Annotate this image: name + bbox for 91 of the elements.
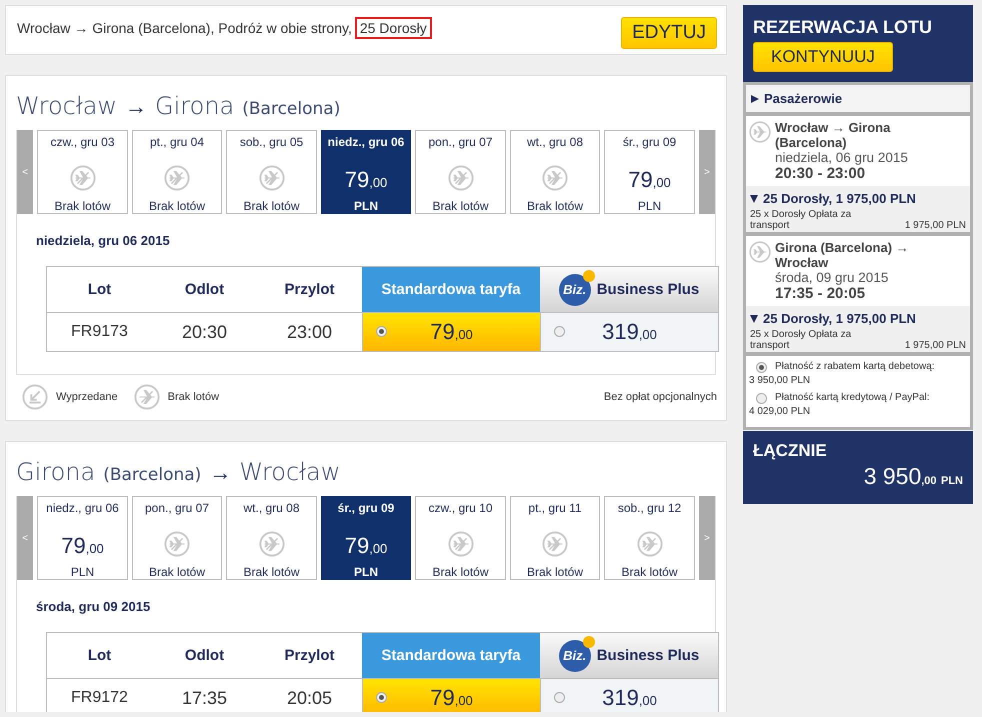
total-label: ŁĄCZNIE bbox=[753, 441, 828, 461]
passenger-count: 25 Dorosły bbox=[354, 17, 432, 39]
date-tab[interactable]: niedz., gru 06 79,00 PLN bbox=[320, 130, 412, 214]
payment-amount: 4 029,00 PLN bbox=[749, 405, 812, 419]
flight-route: Wrocław → Girona (Barcelona) bbox=[775, 120, 892, 150]
no-flight-icon bbox=[164, 165, 190, 191]
fare-name: Business Plus bbox=[596, 647, 700, 664]
trip-summary: Wrocław → Girona (Barcelona), Podróż w obie strony, bbox=[17, 20, 352, 36]
flight-route: Girona (Barcelona) → Wrocław bbox=[775, 240, 910, 270]
date-tab[interactable]: wt., gru 08 Brak lotów bbox=[510, 130, 600, 214]
legend-label: Brak lotów bbox=[168, 391, 220, 403]
continue-button[interactable]: KONTYNUUJ bbox=[753, 42, 893, 72]
no-flight-icon bbox=[542, 531, 568, 557]
fare-radio[interactable] bbox=[376, 326, 387, 337]
departure-time: 20:30 bbox=[180, 320, 228, 344]
sold-out-icon bbox=[22, 384, 48, 410]
date-tab[interactable]: wt., gru 08 Brak lotów bbox=[226, 496, 317, 580]
fare-radio[interactable] bbox=[376, 692, 387, 703]
standard-fare-header: Standardowa taryfa bbox=[362, 633, 540, 679]
destination-note: (Barcelona) bbox=[242, 99, 340, 119]
column-header: Odlot bbox=[152, 267, 257, 313]
date-tab[interactable]: czw., gru 10 Brak lotów bbox=[415, 496, 506, 580]
fare-name: Business Plus bbox=[596, 281, 700, 298]
fees-note: Bez opłat opcjonalnych bbox=[604, 391, 717, 403]
fare-summary[interactable]: 25 Dorosły, 1 975,00 PLN bbox=[763, 311, 916, 326]
selected-date: środa, gru 09 2015 bbox=[35, 598, 152, 616]
fare-option[interactable]: 79,00 bbox=[362, 313, 540, 351]
column-header: Lot bbox=[47, 267, 152, 313]
date-tab[interactable]: pt., gru 11 Brak lotów bbox=[510, 496, 600, 580]
flight-time: 20:30 - 23:00 bbox=[775, 165, 866, 182]
departure-time: 17:35 bbox=[180, 686, 228, 710]
no-flight-icon bbox=[70, 165, 96, 191]
date-tab[interactable]: sob., gru 05 Brak lotów bbox=[226, 130, 317, 214]
column-header: Lot bbox=[47, 633, 152, 679]
booking-title: REZERWACJA LOTU bbox=[753, 17, 934, 38]
flight-date: środa, 09 gru 2015 bbox=[775, 270, 890, 285]
total-price: 3 950,00 PLN bbox=[862, 463, 963, 490]
no-flight-icon bbox=[258, 165, 284, 191]
no-flight-icon bbox=[448, 165, 474, 191]
payment-option: Płatność z rabatem kartą debetową: bbox=[775, 360, 967, 374]
plane-icon bbox=[749, 121, 771, 143]
origin-city: Girona bbox=[16, 458, 96, 486]
fare-amount: 1 975,00 PLN bbox=[904, 340, 966, 351]
date-tab[interactable]: czw., gru 03 Brak lotów bbox=[37, 130, 128, 214]
edit-button[interactable]: EDYTUJ bbox=[621, 17, 717, 49]
flight-number: FR9172 bbox=[70, 688, 129, 708]
payment-radio[interactable] bbox=[756, 392, 767, 404]
destination-city: Wrocław bbox=[239, 458, 340, 486]
date-tab[interactable]: pt., gru 04 Brak lotów bbox=[132, 130, 222, 214]
fare-detail: 25 x Dorosły Opłata za transport bbox=[750, 329, 852, 351]
flight-date: niedziela, 06 gru 2015 bbox=[775, 150, 909, 165]
payment-amount: 3 950,00 PLN bbox=[749, 374, 812, 388]
date-tab[interactable]: niedz., gru 06 79,00 PLN bbox=[37, 496, 128, 580]
no-flight-icon bbox=[258, 531, 284, 557]
plane-icon bbox=[749, 241, 771, 263]
column-header: Odlot bbox=[152, 633, 257, 679]
payment-radio[interactable] bbox=[756, 362, 767, 372]
date-tab[interactable]: pon., gru 07 Brak lotów bbox=[132, 496, 222, 580]
no-flight-icon bbox=[134, 384, 160, 410]
fare-detail: 25 x Dorosły Opłata za transport bbox=[750, 209, 852, 231]
no-flight-icon bbox=[542, 165, 568, 191]
fare-option[interactable]: 79,00 bbox=[362, 679, 540, 712]
collapse-triangle-icon bbox=[750, 314, 758, 322]
flight-time: 17:35 - 20:05 bbox=[775, 285, 866, 302]
payment-option: Płatność kartą kredytową / PayPal: bbox=[775, 391, 967, 405]
date-tab[interactable]: sob., gru 12 Brak lotów bbox=[604, 496, 695, 580]
no-flight-icon bbox=[636, 531, 662, 557]
legend-label: Wyprzedane bbox=[56, 391, 118, 403]
collapse-triangle-icon bbox=[750, 194, 758, 202]
fare-summary[interactable]: 25 Dorosły, 1 975,00 PLN bbox=[763, 191, 916, 206]
standard-fare-header: Standardowa taryfa bbox=[362, 267, 540, 313]
fare-radio[interactable] bbox=[554, 326, 565, 337]
selected-date: niedziela, gru 06 2015 bbox=[35, 232, 171, 250]
origin-city: Wrocław bbox=[16, 92, 118, 120]
fare-amount: 1 975,00 PLN bbox=[904, 220, 966, 231]
arrival-time: 20:05 bbox=[286, 686, 334, 710]
origin-note: (Barcelona) bbox=[103, 465, 202, 485]
route-arrow: → bbox=[125, 94, 148, 120]
route-arrow: → bbox=[209, 460, 232, 486]
no-flight-icon bbox=[164, 531, 190, 557]
no-flight-icon bbox=[448, 531, 474, 557]
destination-city: Girona bbox=[155, 92, 234, 120]
date-tab[interactable]: pon., gru 07 Brak lotów bbox=[415, 130, 506, 214]
flight-number: FR9173 bbox=[70, 322, 129, 342]
date-tab[interactable]: śr., gru 09 79,00 PLN bbox=[604, 130, 695, 214]
fare-radio[interactable] bbox=[554, 692, 565, 703]
fare-option[interactable]: 319,00 bbox=[540, 679, 718, 712]
arrival-time: 23:00 bbox=[286, 320, 334, 344]
fare-option[interactable]: 319,00 bbox=[540, 313, 718, 351]
expand-triangle-icon bbox=[751, 94, 759, 102]
date-tab[interactable]: śr., gru 09 79,00 PLN bbox=[320, 496, 412, 580]
